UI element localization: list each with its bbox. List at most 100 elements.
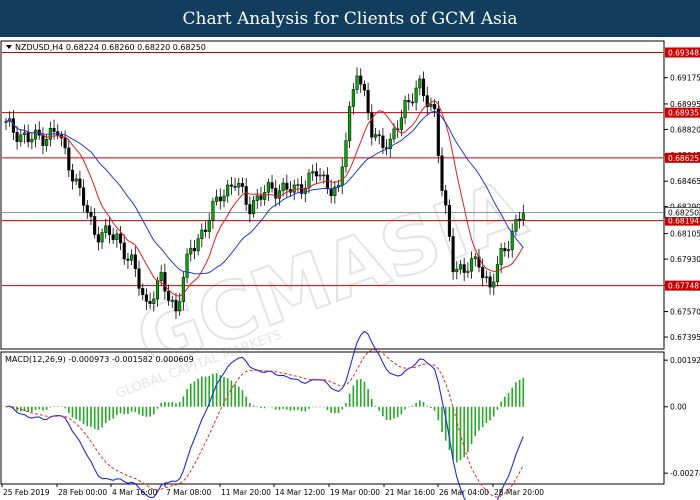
- macd-histogram-bar: [171, 402, 174, 407]
- candle-body: [155, 280, 160, 300]
- candle-body: [340, 166, 344, 186]
- level-price-label: 0.68935: [668, 109, 699, 118]
- candle-body: [100, 232, 104, 243]
- candle-body: [370, 112, 374, 138]
- candle-body: [414, 87, 418, 103]
- macd-histogram-bar: [101, 406, 103, 428]
- macd-histogram-bar: [138, 406, 140, 415]
- macd-histogram-bar: [97, 406, 100, 430]
- macd-histogram-bar: [60, 406, 63, 407]
- candle-body: [518, 218, 522, 221]
- candle-body: [499, 248, 503, 265]
- macd-y-tick-label: -0.002743: [670, 469, 700, 478]
- symbol-info: NZDUSD,H4 0.68224 0.68260 0.68220 0.6825…: [15, 43, 206, 52]
- macd-histogram-bar: [315, 406, 318, 408]
- candle-body: [248, 204, 252, 215]
- macd-histogram-bar: [56, 406, 59, 407]
- candle-body: [203, 229, 208, 232]
- y-tick-label: 0.68995: [670, 100, 700, 109]
- macd-histogram-bar: [119, 406, 122, 414]
- macd-histogram-bar: [186, 389, 188, 407]
- macd-histogram-bar: [204, 376, 207, 407]
- x-tick-label: 7 Mar 08:00: [166, 488, 212, 497]
- macd-histogram-bar: [415, 402, 417, 407]
- macd-histogram-bar: [256, 406, 259, 407]
- macd-histogram-bar: [286, 406, 288, 410]
- price-chart[interactable]: GCMASIA GLOBAL CAPITAL MARKETS 0.691750.…: [0, 37, 700, 500]
- x-tick-label: 14 Mar 12:00: [275, 488, 325, 497]
- candle-body: [418, 78, 422, 89]
- candle-body: [104, 225, 108, 233]
- candle-body: [381, 135, 385, 148]
- macd-histogram-bar: [470, 406, 473, 444]
- candle-body: [174, 300, 178, 312]
- macd-histogram-bar: [64, 406, 66, 409]
- candle-body: [115, 233, 119, 240]
- macd-histogram-bar: [82, 406, 85, 425]
- macd-histogram-bar: [485, 406, 488, 423]
- macd-histogram-bar: [127, 406, 129, 414]
- macd-histogram-bar: [437, 406, 440, 421]
- candle-body: [281, 182, 285, 191]
- candle-body: [359, 75, 363, 85]
- candle-body: [163, 272, 167, 292]
- y-tick-label: 0.68820: [670, 125, 700, 134]
- macd-histogram-bar: [260, 406, 262, 409]
- candle-body: [189, 247, 193, 255]
- macd-histogram-bar: [215, 373, 218, 407]
- candle-body: [355, 75, 359, 90]
- macd-histogram-bar: [112, 406, 114, 419]
- candle-body: [436, 108, 440, 157]
- macd-y-tick-label: 0.001925: [670, 356, 700, 365]
- macd-histogram-bar: [515, 382, 517, 407]
- macd-histogram-bar: [145, 406, 148, 417]
- macd-histogram-bar: [308, 406, 310, 409]
- macd-histogram-bar: [385, 406, 388, 420]
- macd-histogram-bar: [467, 406, 469, 453]
- macd-histogram-bar: [164, 401, 166, 407]
- macd-histogram-bar: [300, 406, 303, 412]
- macd-histogram-bar: [341, 406, 344, 410]
- macd-histogram-bar: [352, 385, 355, 407]
- candle-body: [252, 200, 256, 215]
- candle-body: [178, 301, 182, 312]
- candle-body: [329, 188, 333, 196]
- candle-body: [192, 247, 196, 252]
- macd-histogram-bar: [234, 383, 236, 407]
- macd-histogram-bar: [90, 406, 92, 427]
- macd-histogram-bar: [34, 406, 37, 410]
- candle-body: [185, 253, 189, 278]
- candle-body: [421, 78, 426, 96]
- level-price-label: 0.69348: [668, 48, 699, 57]
- candle-body: [440, 155, 444, 191]
- candle-body: [26, 132, 30, 143]
- macd-histogram-bar: [79, 406, 81, 421]
- candle-body: [30, 138, 34, 143]
- macd-histogram-bar: [86, 406, 89, 427]
- candle-body: [366, 89, 370, 114]
- macd-histogram-bar: [422, 402, 425, 407]
- candle-body: [410, 101, 415, 104]
- candle-body: [137, 268, 141, 289]
- macd-histogram-bar: [282, 406, 284, 409]
- candle-body: [133, 254, 137, 270]
- candle-body: [122, 242, 126, 260]
- macd-histogram-bar: [197, 378, 199, 407]
- macd-histogram-bar: [404, 406, 406, 410]
- candle-body: [141, 288, 145, 296]
- macd-histogram-bar: [522, 378, 525, 407]
- macd-histogram-bar: [226, 378, 229, 407]
- macd-histogram-bar: [297, 406, 299, 410]
- macd-histogram-bar: [189, 383, 192, 407]
- macd-histogram-bar: [441, 406, 443, 433]
- macd-histogram-bar: [500, 401, 502, 407]
- candle-body: [144, 294, 148, 302]
- macd-histogram-bar: [455, 406, 458, 463]
- macd-histogram-bar: [382, 406, 384, 417]
- candle-body: [152, 298, 156, 304]
- macd-histogram-bar: [337, 406, 340, 413]
- candle-body: [130, 254, 134, 261]
- candle-body: [488, 276, 492, 288]
- x-tick-label: 21 Mar 16:00: [385, 488, 435, 497]
- macd-histogram-bar: [16, 406, 18, 412]
